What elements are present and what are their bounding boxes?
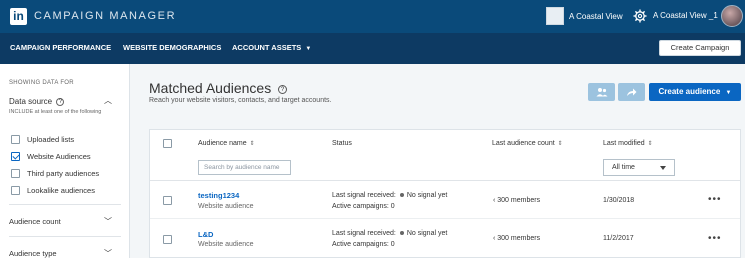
more-options-icon[interactable]: ••• xyxy=(708,233,722,244)
create-audience-button[interactable]: Create audience ▼ xyxy=(649,83,741,101)
nav-website-demographics[interactable]: WEBSITE DEMOGRAPHICS xyxy=(123,43,221,52)
signal-value: No signal yet xyxy=(406,230,448,237)
page-subtitle: Reach your website visitors, contacts, a… xyxy=(149,97,332,104)
checkbox[interactable] xyxy=(11,134,20,144)
create-audience-label: Create audience xyxy=(658,87,721,96)
audience-count: ‹ 300 members xyxy=(493,197,541,204)
gear-icon[interactable] xyxy=(633,9,647,23)
audience-name-link[interactable]: testing1234 xyxy=(198,191,239,200)
status-dot-icon xyxy=(399,192,404,197)
divider xyxy=(150,180,740,181)
filter-website-audiences[interactable]: Website Audiences xyxy=(11,151,91,161)
chevron-down-icon[interactable]: ﹀ xyxy=(104,248,112,258)
filter-uploaded-lists[interactable]: Uploaded lists xyxy=(11,134,74,144)
nav-account-assets-label: ACCOUNT ASSETS xyxy=(232,43,302,52)
audience-count: ‹ 300 members xyxy=(493,235,541,242)
last-modified-date: 11/2/2017 xyxy=(603,235,634,242)
status-signal: Last signal received: No signal yet xyxy=(332,230,447,237)
select-all-checkbox[interactable] xyxy=(163,139,172,148)
page-title-text: Matched Audiences xyxy=(149,80,272,96)
column-header-last-audience-count[interactable]: Last audience count ⇕ xyxy=(492,140,563,147)
sort-icon[interactable]: ⇕ xyxy=(558,141,563,147)
audience-count-filter[interactable]: Audience count xyxy=(9,217,61,226)
filter-option-label: Third party audiences xyxy=(27,168,100,178)
data-source-heading: Data source ? xyxy=(9,97,65,106)
column-header-label: Audience name xyxy=(198,140,247,147)
filter-sidebar: SHOWING DATA FOR Data source ? ︿ INCLUDE… xyxy=(0,64,130,258)
row-checkbox[interactable] xyxy=(163,196,172,205)
create-campaign-button[interactable]: Create Campaign xyxy=(659,40,741,56)
row-checkbox[interactable] xyxy=(163,235,172,244)
column-header-label: Last audience count xyxy=(492,140,555,147)
chevron-down-icon[interactable]: ﹀ xyxy=(104,216,112,227)
page-title: Matched Audiences ? xyxy=(149,80,288,96)
audience-type: Website audience xyxy=(198,203,254,210)
column-header-last-modified[interactable]: Last modified ⇕ xyxy=(603,140,653,147)
checkbox-checked[interactable] xyxy=(11,151,20,161)
audience-type: Website audience xyxy=(198,241,254,248)
chevron-down-icon: ▼ xyxy=(305,46,312,52)
people-icon-glyph xyxy=(596,88,607,97)
nav-account-assets[interactable]: ACCOUNT ASSETS ▼ xyxy=(232,43,311,52)
sort-icon[interactable]: ⇕ xyxy=(648,141,653,147)
filter-option-label: Lookalike audiences xyxy=(27,185,95,195)
audience-type-filter[interactable]: Audience type xyxy=(9,249,57,258)
help-icon[interactable]: ? xyxy=(56,97,65,106)
caret-down-icon xyxy=(660,166,666,170)
more-options-icon[interactable]: ••• xyxy=(708,194,722,205)
filter-option-label: Website Audiences xyxy=(27,151,91,161)
share-icon[interactable] xyxy=(618,83,645,101)
signal-value: No signal yet xyxy=(406,192,448,199)
search-input[interactable] xyxy=(198,160,291,175)
chevron-up-icon[interactable]: ︿ xyxy=(104,95,112,106)
showing-data-for-label: SHOWING DATA FOR xyxy=(9,80,74,86)
account-menu[interactable]: A Coastal View _1 xyxy=(653,11,718,20)
sort-icon[interactable]: ⇕ xyxy=(250,141,255,147)
time-filter-value: All time xyxy=(612,164,635,171)
account-name: A Coastal View xyxy=(569,11,623,21)
column-header-audience-name[interactable]: Audience name ⇕ xyxy=(198,140,255,147)
include-note: INCLUDE at least one of the following xyxy=(9,109,102,115)
divider xyxy=(9,204,121,205)
active-campaigns: Active campaigns: 0 xyxy=(332,241,395,248)
active-campaigns: Active campaigns: 0 xyxy=(332,203,395,210)
filter-option-label: Uploaded lists xyxy=(27,134,75,144)
column-header-label: Last modified xyxy=(603,140,645,147)
signal-label: Last signal received: xyxy=(332,192,396,199)
people-icon[interactable] xyxy=(588,83,615,101)
divider xyxy=(150,218,740,219)
status-dot-icon xyxy=(399,230,404,235)
account-thumbnail-icon xyxy=(546,7,564,25)
share-arrow-glyph xyxy=(627,88,637,96)
chevron-down-icon: ▼ xyxy=(725,90,732,96)
data-source-label: Data source xyxy=(9,97,53,106)
avatar[interactable] xyxy=(721,5,743,27)
nav-campaign-performance[interactable]: CAMPAIGN PERFORMANCE xyxy=(10,43,111,52)
top-bar: in CAMPAIGN MANAGER A Coastal View A Coa… xyxy=(0,0,745,33)
nav-bar: CAMPAIGN PERFORMANCE WEBSITE DEMOGRAPHIC… xyxy=(0,33,745,64)
filter-lookalike-audiences[interactable]: Lookalike audiences xyxy=(11,185,95,195)
divider xyxy=(9,236,121,237)
audience-name-link[interactable]: L&D xyxy=(198,230,213,239)
app-title: CAMPAIGN MANAGER xyxy=(34,10,177,22)
signal-label: Last signal received: xyxy=(332,230,396,237)
filter-third-party-audiences[interactable]: Third party audiences xyxy=(11,168,99,178)
column-header-status: Status xyxy=(332,140,352,147)
checkbox[interactable] xyxy=(11,168,20,178)
checkbox[interactable] xyxy=(11,185,20,195)
help-icon[interactable]: ? xyxy=(278,84,288,94)
account-switcher[interactable]: A Coastal View xyxy=(546,5,623,27)
linkedin-logo-icon[interactable]: in xyxy=(10,8,27,25)
time-filter-select[interactable]: All time xyxy=(603,159,675,176)
status-signal: Last signal received: No signal yet xyxy=(332,192,447,199)
audience-table: Audience name ⇕ Status Last audience coun… xyxy=(149,129,741,258)
last-modified-date: 1/30/2018 xyxy=(603,197,635,204)
